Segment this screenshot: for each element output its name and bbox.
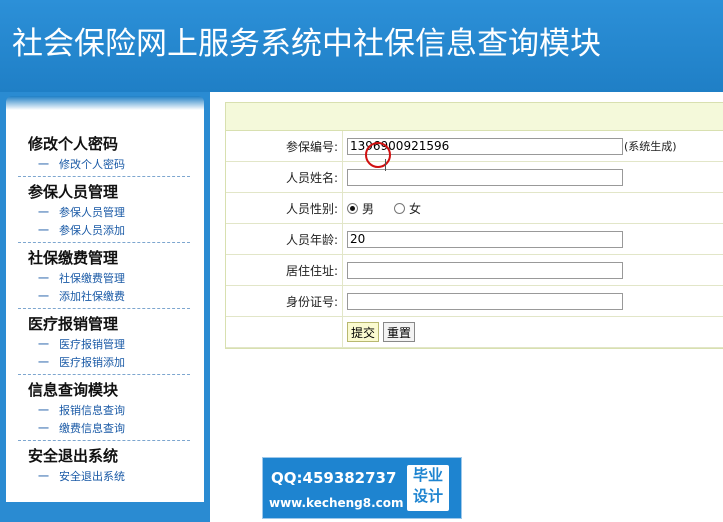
actions-spacer	[226, 316, 343, 348]
menu-item-label: 添加社保缴费	[59, 290, 125, 303]
menu-item-change-password[interactable]: 一修改个人密码	[18, 156, 190, 174]
text-cursor-icon	[385, 159, 386, 171]
menu-item-payment-query[interactable]: 一缴费信息查询	[18, 420, 190, 438]
menu-item-label: 医疗报销添加	[59, 356, 125, 369]
name-cell	[342, 161, 723, 193]
address-label: 居住住址:	[226, 254, 343, 286]
age-input[interactable]	[347, 230, 623, 248]
menu-group-title: 修改个人密码	[28, 135, 119, 153]
app-title: 社会保险网上服务系统中社保信息查询模块	[12, 26, 601, 62]
menu-divider	[18, 373, 190, 375]
menu-divider	[18, 241, 190, 243]
form-row-name: 人员姓名:	[226, 161, 723, 193]
form-header-strip	[226, 103, 723, 131]
menu-item-label: 报销信息查询	[59, 404, 125, 417]
menu-item-label: 修改个人密码	[59, 158, 125, 171]
menu-item-label: 参保人员添加	[59, 224, 125, 237]
address-input[interactable]	[347, 261, 623, 279]
menu-dash: 一	[38, 422, 49, 435]
menu-group-title: 安全退出系统	[28, 447, 119, 465]
form-table: 参保编号: (系统生成) 人员姓名: 人员性别: 男女 人员年龄:	[226, 131, 723, 348]
menu-item-medical-manage[interactable]: 一医疗报销管理	[18, 336, 190, 354]
gender-label: 人员性别:	[226, 192, 343, 224]
menu-group-payment: 社保缴费管理 一社保缴费管理 一添加社保缴费	[18, 246, 190, 309]
watermark-badge-line2: 设计	[412, 487, 443, 505]
menu-group-query: 信息查询模块 一报销信息查询 一缴费信息查询	[18, 378, 190, 441]
form-row-age: 人员年龄:	[226, 223, 723, 255]
menu-dash: 一	[38, 158, 49, 171]
menu-item-label: 缴费信息查询	[59, 422, 125, 435]
menu-divider	[18, 307, 190, 309]
menu-dash: 一	[38, 290, 49, 303]
menu-item-payment-add[interactable]: 一添加社保缴费	[18, 288, 190, 306]
menu-dash: 一	[38, 338, 49, 351]
menu-item-label: 安全退出系统	[59, 470, 125, 483]
menu-group-password: 修改个人密码 一修改个人密码	[18, 132, 190, 177]
menu-dash: 一	[38, 206, 49, 219]
menu-group-medical: 医疗报销管理 一医疗报销管理 一医疗报销添加	[18, 312, 190, 375]
watermark-badge: 毕业 设计	[407, 465, 449, 511]
form-row-id-no: 身份证号:	[226, 285, 723, 317]
insure-no-label: 参保编号:	[226, 131, 343, 162]
gender-option-female: 女	[409, 201, 422, 216]
form-row-insure-no: 参保编号: (系统生成)	[226, 131, 723, 162]
menu-item-medical-add[interactable]: 一医疗报销添加	[18, 354, 190, 372]
header-bar: 社会保险网上服务系统中社保信息查询模块	[0, 0, 723, 92]
watermark-url: www.kecheng8.com	[269, 496, 404, 510]
menu-group-title: 社保缴费管理	[28, 249, 119, 267]
menu-group-title: 信息查询模块	[28, 381, 119, 399]
menu-group-insured: 参保人员管理 一参保人员管理 一参保人员添加	[18, 180, 190, 243]
form-row-actions: 提交 重置	[226, 316, 723, 348]
gender-radio-male[interactable]	[347, 202, 358, 214]
watermark-banner: QQ:459382737 www.kecheng8.com 毕业 设计	[262, 457, 462, 519]
sidebar-menu: 修改个人密码 一修改个人密码 参保人员管理 一参保人员管理 一参保人员添加 社保…	[18, 132, 190, 486]
age-cell	[342, 223, 723, 255]
age-label: 人员年龄:	[226, 223, 343, 255]
gender-radio-female[interactable]	[394, 202, 406, 214]
menu-dash: 一	[38, 356, 49, 369]
form-row-address: 居住住址:	[226, 254, 723, 286]
menu-dash: 一	[38, 404, 49, 417]
menu-dash: 一	[38, 470, 49, 483]
menu-item-label: 医疗报销管理	[59, 338, 125, 351]
insure-no-hint: (系统生成)	[624, 139, 677, 153]
address-cell	[342, 254, 723, 286]
menu-item-payment-manage[interactable]: 一社保缴费管理	[18, 270, 190, 288]
menu-item-insured-add[interactable]: 一参保人员添加	[18, 222, 190, 240]
id-no-input[interactable]	[347, 292, 623, 310]
id-no-label: 身份证号:	[226, 285, 343, 317]
sidebar: 修改个人密码 一修改个人密码 参保人员管理 一参保人员管理 一参保人员添加 社保…	[0, 96, 206, 522]
id-no-cell	[342, 285, 723, 317]
insure-no-cell: (系统生成)	[342, 131, 723, 162]
gender-cell: 男女	[342, 192, 723, 224]
click-highlight-icon	[365, 142, 391, 168]
menu-divider	[18, 439, 190, 441]
actions-cell: 提交 重置	[342, 316, 723, 348]
menu-item-logout[interactable]: 一安全退出系统	[18, 468, 190, 486]
menu-divider	[18, 175, 190, 177]
submit-button[interactable]: 提交	[347, 322, 380, 342]
menu-group-title: 参保人员管理	[28, 183, 119, 201]
menu-item-insured-manage[interactable]: 一参保人员管理	[18, 204, 190, 222]
menu-item-label: 参保人员管理	[59, 206, 125, 219]
name-input[interactable]	[347, 168, 623, 186]
menu-item-reimburse-query[interactable]: 一报销信息查询	[18, 402, 190, 420]
menu-dash: 一	[38, 224, 49, 237]
insured-form: 参保编号: (系统生成) 人员姓名: 人员性别: 男女 人员年龄:	[225, 102, 723, 349]
menu-item-label: 社保缴费管理	[59, 272, 125, 285]
reset-button[interactable]: 重置	[383, 322, 416, 342]
menu-dash: 一	[38, 272, 49, 285]
watermark-qq: QQ:459382737	[271, 469, 397, 487]
form-row-gender: 人员性别: 男女	[226, 192, 723, 224]
menu-group-logout: 安全退出系统 一安全退出系统	[18, 444, 190, 486]
sidebar-panel: 修改个人密码 一修改个人密码 参保人员管理 一参保人员管理 一参保人员添加 社保…	[6, 96, 204, 502]
menu-group-title: 医疗报销管理	[28, 315, 119, 333]
watermark-badge-line1: 毕业	[412, 466, 443, 484]
gender-option-male: 男	[362, 201, 375, 216]
name-label: 人员姓名:	[226, 161, 343, 193]
